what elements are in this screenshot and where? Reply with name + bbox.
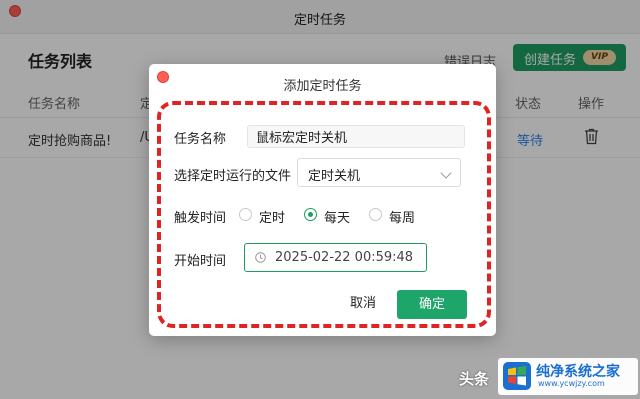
chevron-down-icon: [440, 167, 452, 179]
trigger-label: 触发时间: [174, 211, 227, 226]
trigger-radio-once[interactable]: [239, 208, 252, 221]
confirm-button[interactable]: 确定: [397, 290, 467, 319]
clock-icon: [255, 252, 266, 263]
add-task-dialog: 添加定时任务 任务名称 选择定时运行的文件 定时关机 触发时间 定时 每天 每周…: [149, 64, 496, 336]
start-time-value: 2025-02-22 00:59:48: [275, 250, 414, 265]
task-name-label: 任务名称: [174, 132, 227, 147]
trigger-radio-daily[interactable]: [304, 208, 317, 221]
dialog-title: 添加定时任务: [283, 79, 362, 94]
watermark-site-name: 纯净系统之家: [536, 364, 620, 380]
watermark-site: 纯净系统之家 www.ycwjzy.com: [498, 358, 638, 395]
watermark-toutiao: 头条: [459, 370, 490, 388]
cancel-button[interactable]: 取消: [342, 293, 384, 315]
task-name-input[interactable]: [247, 125, 465, 148]
start-time-label: 开始时间: [174, 254, 227, 269]
trigger-radio-weekly[interactable]: [369, 208, 382, 221]
start-time-picker[interactable]: 2025-02-22 00:59:48: [244, 243, 427, 272]
site-logo-icon: [503, 362, 531, 390]
trigger-option-weekly[interactable]: 每周: [389, 207, 415, 226]
file-select-value: 定时关机: [308, 169, 361, 184]
file-label: 选择定时运行的文件: [174, 169, 292, 184]
trigger-option-once[interactable]: 定时: [259, 207, 285, 226]
file-select[interactable]: 定时关机: [297, 158, 461, 187]
trigger-option-daily[interactable]: 每天: [324, 207, 350, 226]
watermark-site-url: www.ycwjzy.com: [538, 379, 605, 388]
